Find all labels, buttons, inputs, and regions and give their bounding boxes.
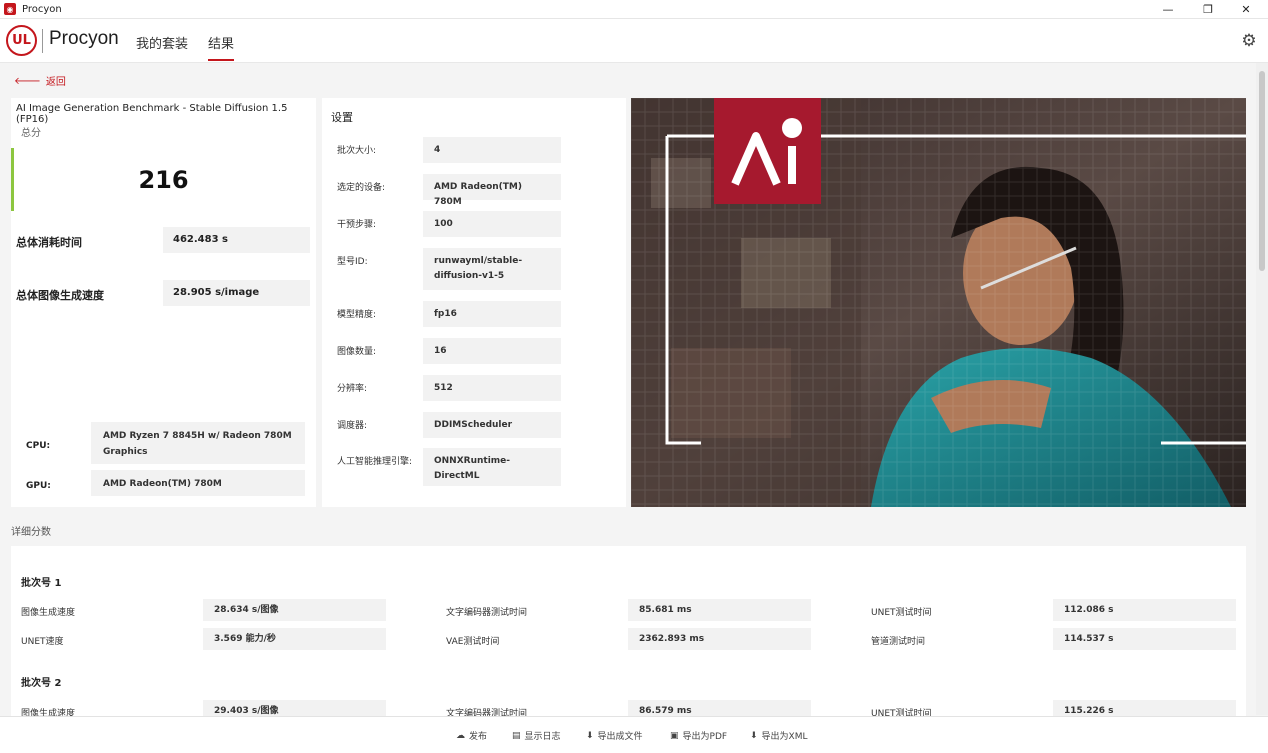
hero-illustration <box>631 98 1246 507</box>
score-label: 总分 <box>21 128 41 139</box>
export-pdf-button[interactable]: ▣ 导出为PDF <box>670 729 728 743</box>
window-titlebar: ◉ Procyon — ❐ ✕ <box>0 0 1268 19</box>
footer-toolbar: ☁ 发布 ▤ 显示日志 ⬇ 导出成文件 ▣ 导出为PDF ⬇ 导出为XML <box>0 716 1268 753</box>
setting-label: 调度器: <box>337 421 368 431</box>
overall-score: 216 <box>138 166 189 194</box>
logo-divider <box>42 29 43 53</box>
batch-title: 批次号 2 <box>21 678 62 689</box>
vertical-scrollbar[interactable] <box>1256 63 1268 715</box>
setting-value: 16 <box>423 338 561 364</box>
nav-results[interactable]: 结果 <box>208 33 235 61</box>
setting-value: runwayml/stable-diffusion-v1-5 <box>423 248 561 290</box>
detail-value: 112.086 s <box>1053 599 1236 621</box>
arrow-left-icon: 🡐 <box>14 75 41 87</box>
export-file-label: 导出成文件 <box>597 732 643 742</box>
setting-value: fp16 <box>423 301 561 327</box>
back-link[interactable]: 🡐 返回 <box>14 73 66 89</box>
setting-label: 图像数量: <box>337 347 377 357</box>
setting-value: 100 <box>423 211 561 237</box>
app-header: UL Procyon 我的套装 结果 ⚙ <box>0 19 1268 63</box>
gpu-label: GPU: <box>26 481 51 491</box>
minimize-button[interactable]: — <box>1148 0 1188 19</box>
download-icon: ⬇ <box>586 730 594 741</box>
brand-name: Procyon <box>49 28 119 49</box>
detail-value: 2362.893 ms <box>628 628 811 650</box>
settings-card: 设置 批次大小: 4 选定的设备: AMD Radeon(TM) 780M 干预… <box>322 98 626 507</box>
setting-label: 型号ID: <box>337 257 368 267</box>
cpu-label: CPU: <box>26 441 51 451</box>
export-xml-label: 导出为XML <box>761 732 808 742</box>
show-log-label: 显示日志 <box>524 732 561 742</box>
setting-label: 分辨率: <box>337 384 368 394</box>
back-label: 返回 <box>45 77 66 88</box>
window-title: Procyon <box>22 3 62 15</box>
settings-title: 设置 <box>331 111 353 124</box>
publish-button[interactable]: ☁ 发布 <box>456 729 488 743</box>
benchmark-title: AI Image Generation Benchmark - Stable D… <box>16 103 288 125</box>
detail-label: 管道测试时间 <box>871 637 926 647</box>
detail-label: UNET测试时间 <box>871 608 932 618</box>
summary-card: AI Image Generation Benchmark - Stable D… <box>11 98 316 507</box>
log-icon: ▤ <box>512 730 521 741</box>
setting-value: 4 <box>423 137 561 163</box>
benchmark-hero-image <box>631 98 1246 507</box>
detail-value: 3.569 能力/秒 <box>203 628 386 650</box>
export-file-button[interactable]: ⬇ 导出成文件 <box>586 729 643 743</box>
export-pdf-label: 导出为PDF <box>682 732 728 742</box>
detail-value: 28.634 s/图像 <box>203 599 386 621</box>
setting-label: 模型精度: <box>337 310 377 320</box>
cpu-value: AMD Ryzen 7 8845H w/ Radeon 780M Graphic… <box>91 422 305 464</box>
detailed-scores-title: 详细分数 <box>11 527 51 538</box>
batch-title: 批次号 1 <box>21 578 62 589</box>
setting-label: 选定的设备: <box>337 183 386 193</box>
setting-value: ONNXRuntime-DirectML <box>423 448 561 486</box>
detail-value: 114.537 s <box>1053 628 1236 650</box>
close-button[interactable]: ✕ <box>1226 0 1266 19</box>
app-icon: ◉ <box>4 3 16 15</box>
gpu-value: AMD Radeon(TM) 780M <box>91 470 305 496</box>
setting-label: 批次大小: <box>337 146 377 156</box>
total-time-value: 462.483 s <box>163 227 310 253</box>
download-icon: ⬇ <box>750 730 758 741</box>
setting-value: AMD Radeon(TM) 780M <box>423 174 561 207</box>
show-log-button[interactable]: ▤ 显示日志 <box>512 729 561 743</box>
total-time-label: 总体消耗时间 <box>16 236 82 249</box>
detail-label: 图像生成速度 <box>21 608 76 618</box>
detail-value: 85.681 ms <box>628 599 811 621</box>
setting-value: DDIMScheduler <box>423 412 561 438</box>
detailed-scores-card: 批次号 1 图像生成速度 28.634 s/图像 文字编码器测试时间 85.68… <box>11 546 1246 722</box>
scrollbar-thumb[interactable] <box>1259 71 1265 271</box>
setting-label: 人工智能推理引擎: <box>337 457 413 467</box>
ul-logo: UL <box>6 25 37 56</box>
save-icon: ▣ <box>670 730 679 741</box>
setting-label: 干预步骤: <box>337 220 377 230</box>
maximize-button[interactable]: ❐ <box>1188 0 1228 19</box>
detail-label: UNET速度 <box>21 637 64 647</box>
detail-label: 文字编码器测试时间 <box>446 608 528 618</box>
detail-label: VAE测试时间 <box>446 637 500 647</box>
nav-my-suites[interactable]: 我的套装 <box>136 33 188 52</box>
cloud-upload-icon: ☁ <box>456 730 465 741</box>
image-speed-value: 28.905 s/image <box>163 280 310 306</box>
publish-label: 发布 <box>469 732 488 742</box>
setting-value: 512 <box>423 375 561 401</box>
export-xml-button[interactable]: ⬇ 导出为XML <box>750 729 808 743</box>
image-speed-label: 总体图像生成速度 <box>16 289 104 302</box>
gear-icon[interactable]: ⚙ <box>1240 32 1258 50</box>
